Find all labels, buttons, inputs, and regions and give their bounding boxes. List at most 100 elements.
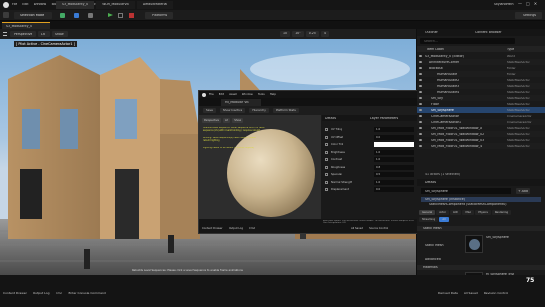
maximize-icon[interactable]: □ bbox=[526, 2, 530, 7]
project-tab[interactable]: DefaultMaterial bbox=[136, 1, 174, 9]
mat-status-output-log[interactable]: Output Log bbox=[229, 227, 243, 230]
save-icon[interactable] bbox=[3, 12, 9, 18]
layer-parameters-tab[interactable]: Layer Parameters bbox=[370, 117, 398, 121]
mat-menu-file[interactable]: File bbox=[209, 93, 214, 96]
material-tab[interactable]: MI_Modular VB bbox=[221, 99, 261, 106]
outliner-row[interactable]: SM_Mod_Floor01_WallWindow_4 StaticMeshAct… bbox=[417, 143, 545, 149]
mat-toolbar-button[interactable]: Hierarchy bbox=[249, 108, 269, 113]
material-preview-viewport[interactable]: Perspective Lit Show Shadow Level Sequence… bbox=[199, 115, 321, 219]
subcomponent-row[interactable]: StaticMeshComponent (StaticMeshComponent… bbox=[421, 202, 541, 207]
viewport-setting-button[interactable]: 0.25 bbox=[305, 31, 319, 37]
visibility-eye-icon[interactable] bbox=[419, 66, 422, 69]
mat-viewport-button[interactable]: Show bbox=[232, 118, 244, 123]
visibility-eye-icon[interactable] bbox=[419, 108, 422, 111]
visibility-eye-icon[interactable] bbox=[419, 126, 422, 129]
cinematics-icon[interactable] bbox=[88, 13, 93, 18]
status-cmd[interactable]: Cmd bbox=[56, 292, 63, 296]
status-all-saved[interactable]: All Saved bbox=[464, 292, 478, 296]
details-filter-tab[interactable]: Misc bbox=[462, 210, 475, 215]
param-value-field[interactable]: 0.0 bbox=[374, 134, 414, 140]
settings-button[interactable]: Settings bbox=[515, 12, 542, 19]
status-enter-console-command[interactable]: Enter Console Command bbox=[68, 292, 105, 296]
add-component-button[interactable]: + Add bbox=[516, 188, 530, 194]
details-filter-tab[interactable]: LOD bbox=[450, 210, 462, 215]
param-checkbox[interactable] bbox=[325, 128, 328, 131]
hamburger-icon[interactable] bbox=[3, 32, 7, 36]
param-value-field[interactable]: 1.0 bbox=[374, 179, 414, 185]
mat-menu-edit[interactable]: Edit bbox=[219, 93, 224, 96]
details-filter-tab[interactable]: Physics bbox=[475, 210, 491, 215]
param-value-field[interactable]: 0.5 bbox=[374, 172, 414, 177]
param-checkbox[interactable] bbox=[325, 188, 328, 191]
details-filter-tab[interactable]: General bbox=[419, 210, 436, 215]
perspective-button[interactable]: Perspective bbox=[10, 31, 36, 37]
status-derived-data[interactable]: Derived Data bbox=[438, 292, 458, 296]
outliner-tab[interactable]: Outliner bbox=[425, 31, 438, 35]
mat-viewport-button[interactable]: Perspective bbox=[202, 118, 222, 123]
visibility-eye-icon[interactable] bbox=[419, 54, 422, 57]
mat-menu-window[interactable]: Window bbox=[242, 93, 253, 96]
details-tab-main[interactable]: Details bbox=[425, 181, 436, 185]
static-mesh-thumbnail[interactable] bbox=[465, 235, 483, 253]
minimize-icon[interactable]: — bbox=[518, 2, 522, 7]
content-browser-tab[interactable]: Content Browser bbox=[475, 31, 502, 35]
add-content-icon[interactable] bbox=[60, 13, 65, 18]
advanced-section[interactable]: Advanced bbox=[425, 258, 441, 262]
play-button[interactable] bbox=[108, 13, 113, 17]
viewport-setting-button[interactable]: 4 bbox=[320, 31, 329, 37]
param-value-field[interactable]: 1.0 bbox=[374, 149, 414, 155]
unreal-logo[interactable] bbox=[3, 2, 9, 8]
menu-item-file[interactable]: File bbox=[12, 3, 17, 7]
project-tab[interactable]: WLM_ModularVB bbox=[96, 1, 135, 9]
mat-status-source-control[interactable]: Source Control bbox=[369, 227, 388, 230]
mat-menu-tools[interactable]: Tools bbox=[258, 93, 265, 96]
mat-toolbar-button[interactable]: Save bbox=[203, 108, 216, 113]
param-checkbox[interactable] bbox=[325, 158, 328, 161]
param-checkbox[interactable] bbox=[325, 180, 328, 184]
mat-viewport-button[interactable]: Lit bbox=[223, 118, 231, 123]
param-value-field[interactable] bbox=[374, 142, 414, 147]
menu-item-edit[interactable]: Edit bbox=[22, 3, 28, 7]
details-tab[interactable]: Details bbox=[325, 117, 336, 121]
menu-item-window[interactable]: Window bbox=[34, 3, 47, 7]
mat-toolbar-button[interactable]: Show Inactive bbox=[219, 108, 246, 113]
mat-status-all-saved[interactable]: All Saved bbox=[351, 227, 363, 230]
simulate-icon[interactable] bbox=[118, 13, 123, 18]
visibility-eye-icon[interactable] bbox=[419, 90, 422, 93]
param-checkbox[interactable] bbox=[325, 135, 328, 139]
param-checkbox[interactable] bbox=[325, 173, 328, 176]
mat-status-cmd[interactable]: Cmd bbox=[249, 227, 255, 230]
static-mesh-value[interactable]: SM_Skysphere bbox=[486, 236, 509, 240]
stop-icon[interactable] bbox=[129, 13, 134, 18]
mat-toolbar-button[interactable]: Platform Stats bbox=[272, 108, 299, 113]
close-icon[interactable]: ✕ bbox=[534, 2, 537, 7]
visibility-eye-icon[interactable] bbox=[419, 78, 422, 81]
visibility-eye-icon[interactable] bbox=[419, 72, 422, 75]
materials-section[interactable]: Materials bbox=[423, 266, 438, 270]
details-filter-tab[interactable]: Actor bbox=[436, 210, 450, 215]
visibility-eye-icon[interactable] bbox=[419, 120, 422, 123]
status-revision-control[interactable]: Revision Control bbox=[484, 292, 508, 296]
selected-actor-field[interactable]: SM_Skysphere bbox=[421, 188, 511, 194]
visibility-eye-icon[interactable] bbox=[419, 102, 422, 105]
param-checkbox[interactable] bbox=[325, 165, 328, 169]
project-tab[interactable]: S3_Modularity_0 bbox=[56, 1, 95, 9]
status-output-log[interactable]: Output Log bbox=[33, 292, 50, 296]
static-mesh-section[interactable]: Static Mesh bbox=[423, 227, 442, 231]
mat-status-content-drawer[interactable]: Content Drawer bbox=[202, 227, 223, 230]
details-filter-tab[interactable]: All bbox=[439, 217, 449, 222]
blueprint-icon[interactable] bbox=[74, 13, 79, 18]
viewport-setting-button[interactable]: 10° bbox=[292, 31, 304, 37]
visibility-eye-icon[interactable] bbox=[419, 84, 422, 87]
visibility-eye-icon[interactable] bbox=[419, 114, 422, 117]
param-value-field[interactable]: 0.8 bbox=[374, 164, 414, 170]
visibility-eye-icon[interactable] bbox=[419, 96, 422, 99]
visibility-eye-icon[interactable] bbox=[419, 132, 422, 135]
param-value-field[interactable]: 1.0 bbox=[374, 127, 414, 132]
visibility-eye-icon[interactable] bbox=[419, 144, 422, 147]
visibility-eye-icon[interactable] bbox=[419, 60, 422, 63]
show-button[interactable]: Show bbox=[52, 31, 68, 37]
param-value-field[interactable]: 0.0 bbox=[374, 187, 414, 192]
status-content-drawer[interactable]: Content Drawer bbox=[3, 292, 27, 296]
viewport-setting-button[interactable]: 10 bbox=[280, 31, 291, 37]
